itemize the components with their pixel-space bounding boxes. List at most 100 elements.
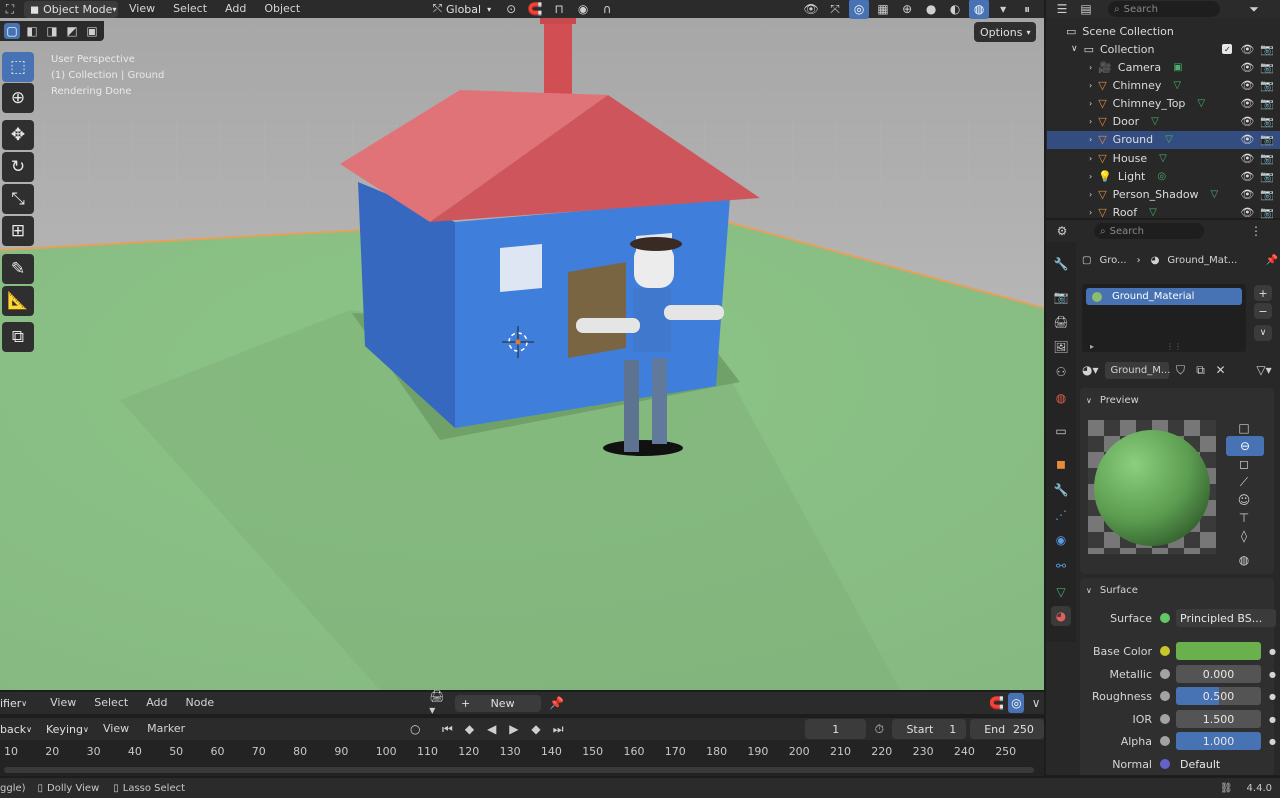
play-reverse-icon[interactable]: ◀ <box>483 719 501 739</box>
roughness-slider[interactable]: 0.500 <box>1176 687 1262 705</box>
render-camera-icon[interactable]: 📷 <box>1260 188 1274 201</box>
node-menu-add[interactable]: Add <box>139 694 174 712</box>
keyframe-dot-icon[interactable]: ● <box>1269 715 1276 724</box>
physics-tab-icon[interactable]: ◉ <box>1051 530 1071 550</box>
annotate-tool[interactable]: ✎ <box>2 254 34 284</box>
normal-field[interactable]: Default <box>1176 755 1276 773</box>
base-color-swatch[interactable] <box>1176 642 1262 660</box>
measure-tool[interactable]: 📐 <box>2 286 34 316</box>
falloff-icon[interactable]: ∩ <box>597 0 617 19</box>
output-tab-icon[interactable]: 🖨 <box>1051 312 1071 332</box>
play-icon[interactable]: ▶ <box>505 719 523 739</box>
visibility-eye-icon[interactable]: 👁 <box>1240 43 1254 56</box>
transform-tool[interactable]: ⊞ <box>2 216 34 246</box>
collection-checkbox[interactable]: ✓ <box>1222 44 1233 54</box>
render-camera-icon[interactable]: 📷 <box>1260 115 1274 128</box>
render-camera-icon[interactable]: 📷 <box>1260 79 1274 92</box>
render-camera-icon[interactable]: 📷 <box>1260 43 1274 56</box>
rendered-shading-icon[interactable]: ◍ <box>969 0 990 19</box>
preview-world-icon[interactable]: ◍ <box>1234 550 1254 570</box>
preview-flat-icon[interactable]: □ <box>1234 418 1254 438</box>
current-frame-field[interactable]: 1 <box>805 719 867 739</box>
preview-sphere-icon[interactable]: ⊖ <box>1226 436 1264 456</box>
expand-arrow-icon[interactable]: › <box>1089 99 1092 108</box>
properties-editor-icon[interactable]: ⚙ <box>1052 221 1072 241</box>
list-resize-handle[interactable]: ⋮⋮ <box>1166 342 1182 351</box>
new-material-button[interactable]: + New <box>454 694 541 712</box>
outliner-item-house[interactable]: › ▽ House ▽ 👁 📷 <box>1047 149 1280 167</box>
modifier-tab-icon[interactable]: 🔧 <box>1051 480 1071 500</box>
stopwatch-icon[interactable]: ⏱ <box>870 719 888 739</box>
constraints-tab-icon[interactable]: ⚯ <box>1051 556 1071 576</box>
select-extend-icon[interactable]: ◧ <box>24 23 40 39</box>
3d-viewport[interactable]: User Perspective (1) Collection | Ground… <box>0 0 1044 690</box>
pin-icon[interactable]: 📌 <box>1266 255 1278 266</box>
object-data-icon[interactable]: ▽ <box>1149 207 1157 218</box>
mode-dropdown[interactable]: ◼ Object Mode ▾ <box>24 0 118 18</box>
outliner-item-light[interactable]: › 💡 Light ◎ 👁 📷 <box>1047 167 1280 185</box>
add-cube-tool[interactable]: ⧉ <box>2 322 34 352</box>
object-data-icon[interactable]: ▽ <box>1197 98 1205 109</box>
object-data-icon[interactable]: ▽ <box>1165 134 1173 145</box>
object-data-icon[interactable]: ▽ <box>1211 189 1219 200</box>
data-tab-icon[interactable]: ▽ <box>1051 582 1071 602</box>
transform-orientation-dropdown[interactable]: ⤲ Global ▾ <box>427 0 498 18</box>
browse-material-icon[interactable]: ◕▾ <box>1082 363 1099 377</box>
preview-hair-icon[interactable]: ⟋ <box>1234 472 1254 492</box>
select-new-icon[interactable]: ▢ <box>4 23 20 39</box>
keyframe-dot-icon[interactable]: ● <box>1269 737 1276 746</box>
collection-tab-icon[interactable]: ▭ <box>1051 421 1071 441</box>
outliner-item-camera[interactable]: › 🎥 Camera ▣ 👁 📷 <box>1047 58 1280 76</box>
overlay-icon[interactable]: ◎ <box>849 0 870 19</box>
ior-field[interactable]: 1.500 <box>1176 710 1262 728</box>
move-tool[interactable]: ✥ <box>2 120 34 150</box>
menu-add[interactable]: Add <box>218 0 253 18</box>
render-camera-icon[interactable]: 📷 <box>1260 170 1274 183</box>
wireframe-shading-icon[interactable]: ⊕ <box>897 0 917 19</box>
menu-view[interactable]: View <box>122 0 162 18</box>
snap-icon[interactable]: 🧲 <box>989 693 1005 713</box>
node-overlay-icon[interactable]: ◎ <box>1008 693 1025 713</box>
view-layer-tab-icon[interactable]: 🖼 <box>1051 337 1071 357</box>
jump-start-icon[interactable]: ⏮ <box>438 719 456 739</box>
preview-panel-header[interactable]: ∨ Preview <box>1086 392 1139 408</box>
node-link-icon[interactable]: ▽▾ <box>1252 360 1276 380</box>
node-menu-view[interactable]: View <box>43 694 83 712</box>
expand-arrow-icon[interactable]: › <box>1089 81 1092 90</box>
expand-arrow-icon[interactable]: › <box>1089 63 1092 72</box>
preview-monkey-icon[interactable]: ☺ <box>1234 490 1254 510</box>
object-data-icon[interactable]: ◎ <box>1157 171 1166 182</box>
fake-user-icon[interactable]: ⛉ <box>1173 360 1189 380</box>
outliner-editor-icon[interactable]: ☰ <box>1052 0 1072 19</box>
expand-arrow-icon[interactable]: › <box>1089 117 1092 126</box>
proportional-edit-icon[interactable]: ◉ <box>573 0 593 19</box>
preview-cloth-icon[interactable]: ⊤ <box>1234 508 1254 528</box>
slot-specials-button[interactable]: ∨ <box>1254 325 1272 341</box>
render-camera-icon[interactable]: 📷 <box>1260 152 1274 165</box>
menu-object[interactable]: Object <box>257 0 307 18</box>
solid-shading-icon[interactable]: ● <box>921 0 941 19</box>
scene-collection-row[interactable]: ▭ Scene Collection <box>1066 22 1280 40</box>
scale-tool[interactable]: ⤡ <box>2 184 34 214</box>
render-camera-icon[interactable]: 📷 <box>1260 206 1274 219</box>
snap-icon[interactable]: 🧲 <box>525 0 545 19</box>
keyframe-dot-icon[interactable]: ● <box>1269 647 1276 656</box>
keyframe-dot-icon[interactable]: ● <box>1269 670 1276 679</box>
outliner-item-chimney[interactable]: › ▽ Chimney ▽ 👁 📷 <box>1047 76 1280 94</box>
jump-end-icon[interactable]: ⏭ <box>549 719 567 739</box>
keyframe-dot-icon[interactable]: ● <box>1269 692 1276 701</box>
select-intersect-icon[interactable]: ▣ <box>84 23 100 39</box>
playback-dropdown[interactable]: back ∨ <box>0 719 36 739</box>
select-invert-icon[interactable]: ◩ <box>64 23 80 39</box>
preview-cube-icon[interactable]: ◻ <box>1234 454 1254 474</box>
editor-type-icon[interactable]: ⛶ <box>0 0 20 19</box>
add-slot-button[interactable]: + <box>1254 285 1272 301</box>
particles-tab-icon[interactable]: ⋰ <box>1051 505 1071 525</box>
expand-arrow-icon[interactable]: › <box>1089 135 1092 144</box>
visibility-eye-icon[interactable]: 👁 <box>1240 61 1254 74</box>
end-frame-field[interactable]: End 250 <box>970 719 1044 739</box>
outliner-item-person-shadow[interactable]: › ▽ Person_Shadow ▽ 👁 📷 <box>1047 185 1280 203</box>
next-keyframe-icon[interactable]: ◆ <box>527 719 545 739</box>
visibility-eye-icon[interactable]: 👁 <box>1240 115 1254 128</box>
slot-browse-icon[interactable]: 🖨▾ <box>429 689 445 717</box>
